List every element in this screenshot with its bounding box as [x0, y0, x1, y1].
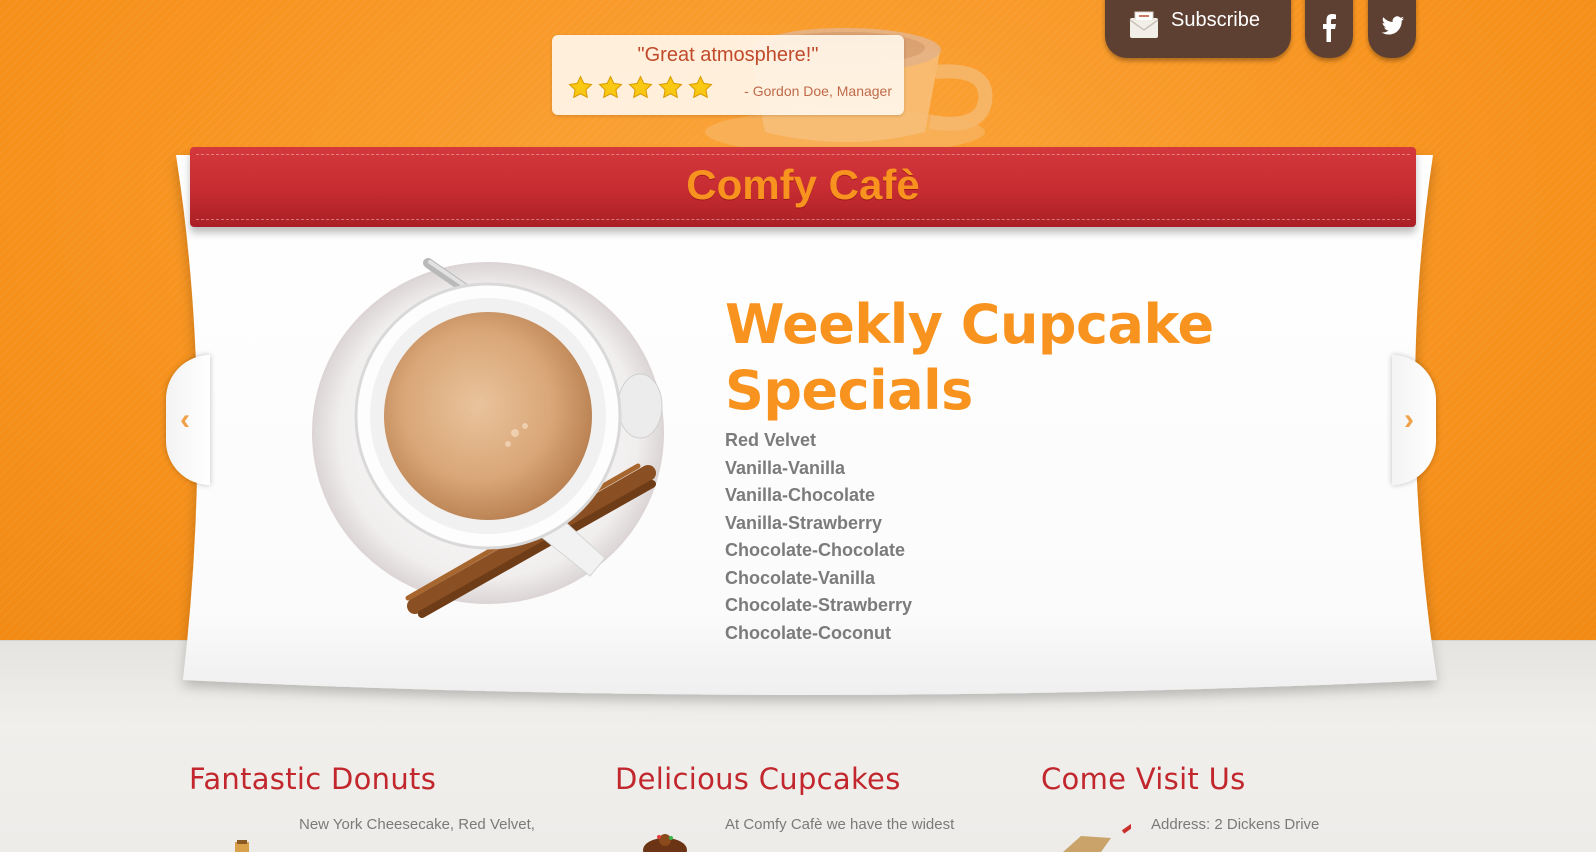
slider-prev-button[interactable]: ‹ [166, 355, 210, 485]
specials-list: Red Velvet Vanilla-Vanilla Vanilla-Choco… [725, 427, 912, 647]
specials-heading: Weekly Cupcake Specials [725, 293, 1214, 422]
title-ribbon: Comfy Cafè [190, 147, 1416, 227]
section-title: Fantastic Donuts [189, 762, 437, 796]
list-item: Chocolate-Strawberry [725, 595, 913, 615]
chevron-left-icon: ‹ [180, 403, 190, 436]
list-item: Vanilla-Vanilla [725, 457, 846, 478]
donuts-section: Fantastic Donuts New York Cheesecake, Re… [189, 762, 589, 852]
list-item: Vanilla-Strawberry [725, 512, 883, 533]
coffee-cup-image [312, 258, 664, 618]
donut-thumbnail [235, 840, 249, 852]
cupcake-thumbnail [643, 834, 687, 852]
section-text: At Comfy Cafè we have the widest [725, 816, 955, 833]
section-title: Come Visit Us [1041, 762, 1246, 796]
slider-panel [176, 155, 1437, 695]
site-title: Comfy Cafè [686, 161, 920, 208]
chevron-right-icon: › [1404, 403, 1414, 436]
cupcakes-section: Delicious Cupcakes At Comfy Cafè we have… [615, 762, 1015, 852]
section-text: Address: 2 Dickens Drive [1151, 816, 1320, 833]
list-item: Chocolate-Chocolate [725, 540, 906, 560]
list-item: Red Velvet [725, 430, 817, 450]
list-item: Vanilla-Chocolate [725, 485, 876, 505]
section-title: Delicious Cupcakes [615, 762, 901, 796]
list-item: Chocolate-Coconut [725, 622, 891, 643]
visit-section: Come Visit Us Address: 2 Dickens Drive [1041, 762, 1441, 852]
list-item: Chocolate-Vanilla [725, 567, 876, 588]
map-thumbnail [1063, 823, 1131, 852]
section-text: New York Cheesecake, Red Velvet, [299, 816, 535, 833]
